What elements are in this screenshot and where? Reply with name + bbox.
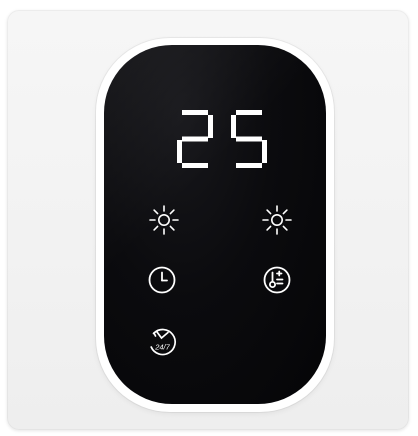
segment-c bbox=[262, 140, 267, 163]
digit-5 bbox=[231, 110, 267, 168]
segment-e bbox=[177, 140, 182, 163]
brightness-right-button[interactable] bbox=[260, 203, 294, 237]
segment-d bbox=[182, 163, 208, 168]
thermostat-photo: 25 bbox=[0, 0, 418, 436]
digit-2 bbox=[177, 110, 213, 168]
segment-g bbox=[182, 136, 208, 142]
sun-icon bbox=[262, 205, 292, 235]
timer-button[interactable] bbox=[145, 263, 179, 297]
schedule-label: 24/7 bbox=[154, 343, 170, 352]
clock-24-7-icon: 24/7 bbox=[150, 328, 177, 356]
segment-f bbox=[231, 115, 236, 138]
temperature-button[interactable] bbox=[260, 263, 294, 297]
thermometer-icon bbox=[263, 266, 291, 294]
seven-segment-digits bbox=[177, 110, 267, 168]
sun-icon bbox=[149, 205, 179, 235]
clock-icon bbox=[148, 266, 176, 294]
brightness-left-button[interactable] bbox=[147, 203, 181, 237]
segment-d bbox=[236, 163, 262, 168]
segment-a bbox=[182, 110, 208, 115]
segment-b bbox=[208, 115, 213, 138]
segment-g bbox=[236, 136, 262, 142]
schedule-24-7-button[interactable]: 24/7 bbox=[145, 324, 179, 358]
temperature-display: 25 bbox=[173, 106, 273, 172]
segment-a bbox=[236, 110, 262, 115]
